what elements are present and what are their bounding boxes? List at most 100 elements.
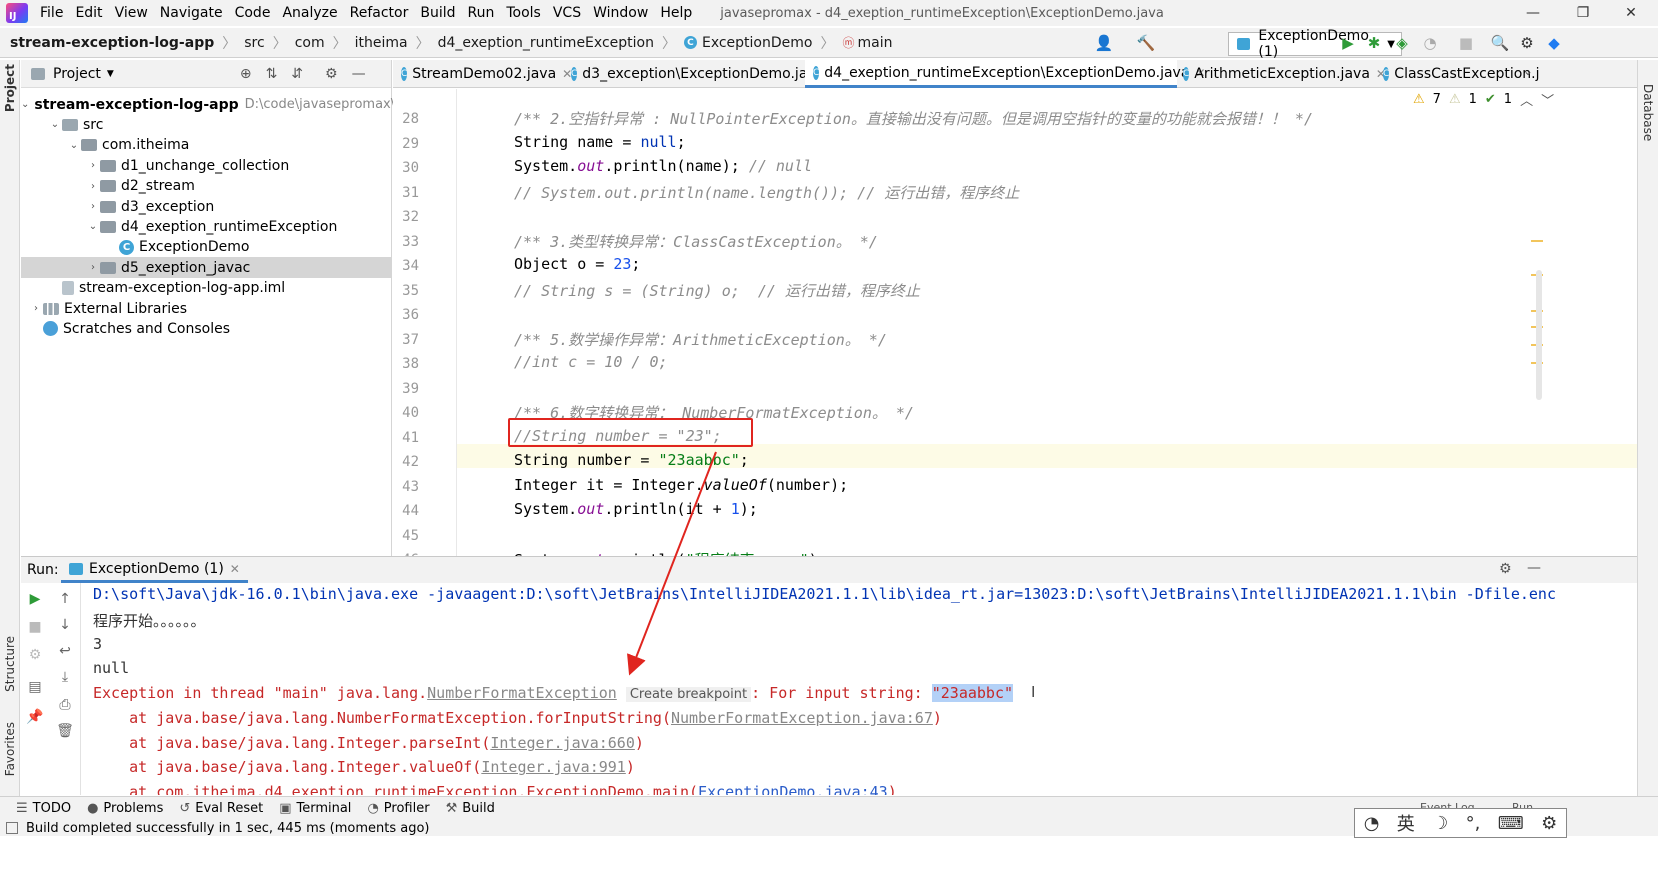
trash-icon[interactable]: 🗑: [55, 721, 75, 741]
menu-run[interactable]: Run: [462, 0, 501, 26]
menu-tools[interactable]: Tools: [500, 0, 547, 26]
chevron-down-icon[interactable]: ⌄: [86, 221, 100, 232]
profiler-tool-button[interactable]: ◔ Profiler: [367, 801, 429, 816]
project-panel-title[interactable]: Project: [53, 66, 101, 82]
stop-icon[interactable]: ■: [1456, 33, 1476, 53]
stack-frame-link[interactable]: ExceptionDemo.java:43: [698, 783, 888, 795]
tab-d4-exceptiondemo[interactable]: Cd4_exeption_runtimeException\ExceptionD…: [805, 60, 1205, 88]
tree-item[interactable]: › d1_unchange_collection: [21, 155, 391, 176]
build-tool-button[interactable]: ⚒ Build: [446, 801, 495, 816]
tree-item[interactable]: ⌄ stream-exception-log-app D:\code\javasep…: [21, 94, 395, 115]
code-line[interactable]: String number = "23aabbc";: [514, 451, 749, 469]
tree-item[interactable]: ⌄ com.itheima: [21, 135, 391, 156]
database-tool-tab[interactable]: Database: [1641, 84, 1655, 141]
menu-window[interactable]: Window: [587, 0, 654, 26]
chevron-right-icon[interactable]: ›: [29, 303, 43, 314]
code-line[interactable]: /** 2.空指针异常 : NullPointerException。直接输出没…: [514, 108, 1313, 129]
search-icon[interactable]: 🔍: [1490, 33, 1510, 53]
down-icon[interactable]: ↓: [55, 615, 75, 635]
ime-language[interactable]: 英: [1397, 810, 1415, 836]
tree-item[interactable]: Scratches and Consoles: [21, 318, 391, 339]
moon-icon[interactable]: ☽: [1432, 813, 1448, 834]
breadcrumb-package[interactable]: d4_exeption_runtimeException: [438, 35, 654, 51]
scroll-to-end-icon[interactable]: ⤓: [55, 667, 75, 687]
project-tool-tab[interactable]: Project: [3, 64, 17, 112]
chevron-right-icon[interactable]: ›: [86, 160, 100, 171]
tab-d3-exceptiondemo[interactable]: Cd3_exception\ExceptionDemo.java✕: [563, 60, 840, 88]
eval-reset-tool-button[interactable]: ↺ Eval Reset: [179, 801, 263, 816]
menu-edit[interactable]: Edit: [69, 0, 108, 26]
tree-item[interactable]: C ExceptionDemo: [21, 237, 391, 258]
menu-navigate[interactable]: Navigate: [154, 0, 229, 26]
plugin-icon[interactable]: ◆: [1544, 33, 1564, 53]
stop-icon[interactable]: ■: [25, 617, 45, 637]
chevron-down-icon[interactable]: ⌄: [48, 119, 62, 130]
build-hammer-icon[interactable]: 🔨: [1136, 33, 1156, 53]
menu-file[interactable]: File: [34, 0, 69, 26]
soft-wrap-icon[interactable]: ↩: [55, 641, 75, 661]
tree-item[interactable]: › d3_exception: [21, 196, 391, 217]
code-line[interactable]: System.out.println(name); // null: [514, 157, 812, 175]
maximize-button[interactable]: ❐: [1558, 0, 1608, 26]
breadcrumb-itheima[interactable]: itheima: [355, 35, 408, 51]
chevron-right-icon[interactable]: ›: [86, 181, 100, 192]
tree-item[interactable]: › d5_exeption_javac: [21, 257, 391, 279]
run-tab[interactable]: ExceptionDemo (1) ✕: [61, 557, 248, 583]
minimize-button[interactable]: —: [1508, 0, 1558, 26]
collapse-all-icon[interactable]: ⇵: [291, 66, 303, 82]
tab-classcastexception[interactable]: C ClassCastException.j: [1375, 60, 1540, 88]
exception-class-link[interactable]: NumberFormatException: [427, 684, 617, 702]
menu-vcs[interactable]: VCS: [547, 0, 587, 26]
close-icon[interactable]: ✕: [230, 562, 240, 576]
code-line[interactable]: Object o = 23;: [514, 255, 640, 273]
todo-tool-button[interactable]: ☰ TODO: [16, 801, 71, 816]
coverage-icon[interactable]: ◈: [1392, 33, 1412, 53]
gear-icon[interactable]: ⚙: [1499, 561, 1512, 577]
gear-icon[interactable]: ⚙: [325, 66, 338, 82]
code-line[interactable]: /** 5.数学操作异常：ArithmeticException。 */: [514, 329, 887, 350]
favorites-tool-tab[interactable]: Favorites: [3, 722, 17, 776]
tree-item[interactable]: ⌄ d4_exeption_runtimeException: [21, 216, 391, 237]
pin-icon[interactable]: 📌: [25, 707, 45, 727]
code-line[interactable]: /** 3.类型转换异常：ClassCastException。 */: [514, 231, 878, 252]
print-icon[interactable]: ⎙: [55, 695, 75, 715]
tree-item[interactable]: › External Libraries: [21, 298, 391, 319]
breadcrumb-com[interactable]: com: [295, 35, 325, 51]
breadcrumb-class[interactable]: ExceptionDemo: [702, 35, 813, 51]
hide-icon[interactable]: —: [1527, 560, 1541, 576]
tree-item[interactable]: ⌄ src: [21, 114, 391, 135]
tab-streamdemo02[interactable]: C StreamDemo02.java ✕: [393, 60, 572, 88]
code-line[interactable]: String name = null;: [514, 133, 686, 151]
structure-tool-tab[interactable]: Structure: [3, 636, 17, 692]
next-highlight-icon[interactable]: ﹀: [1541, 90, 1554, 109]
up-icon[interactable]: ↑: [55, 589, 75, 609]
menu-refactor[interactable]: Refactor: [344, 0, 415, 26]
chevron-right-icon[interactable]: ›: [86, 201, 100, 212]
chevron-right-icon[interactable]: ›: [86, 262, 100, 273]
tab-arithmeticexception[interactable]: C ArithmeticException.java ✕: [1175, 60, 1386, 88]
restore-layout-icon[interactable]: ⚙: [25, 645, 45, 665]
expand-all-icon[interactable]: ⇅: [266, 66, 278, 82]
stack-frame-link[interactable]: NumberFormatException.java:67: [671, 709, 933, 727]
gear-icon[interactable]: ⚙: [1541, 813, 1557, 834]
menu-analyze[interactable]: Analyze: [276, 0, 343, 26]
menu-code[interactable]: Code: [229, 0, 277, 26]
prev-highlight-icon[interactable]: ︿: [1520, 90, 1533, 109]
breadcrumb-src[interactable]: src: [244, 35, 264, 51]
editor-scrollbar[interactable]: [1536, 270, 1542, 400]
keyboard-icon[interactable]: ⌨: [1498, 813, 1524, 834]
menu-view[interactable]: View: [109, 0, 154, 26]
punctuation-icon[interactable]: °,: [1466, 813, 1481, 834]
code-line[interactable]: // String s = (String) o; // 运行出错，程序终止: [514, 280, 920, 301]
locate-icon[interactable]: ⊕: [240, 66, 252, 82]
ime-logo-icon[interactable]: ◔: [1364, 813, 1380, 834]
code-line[interactable]: //int c = 10 / 0;: [514, 353, 668, 371]
code-line[interactable]: Integer it = Integer.valueOf(number);: [514, 476, 848, 494]
debug-icon[interactable]: ✱: [1364, 33, 1384, 53]
user-icon[interactable]: 👤: [1094, 33, 1114, 53]
hide-icon[interactable]: —: [352, 66, 366, 82]
settings-icon[interactable]: ⚙: [1517, 33, 1537, 53]
stack-frame-link[interactable]: Integer.java:991: [481, 758, 626, 776]
menu-help[interactable]: Help: [654, 0, 698, 26]
chevron-down-icon[interactable]: ⌄: [21, 99, 29, 110]
